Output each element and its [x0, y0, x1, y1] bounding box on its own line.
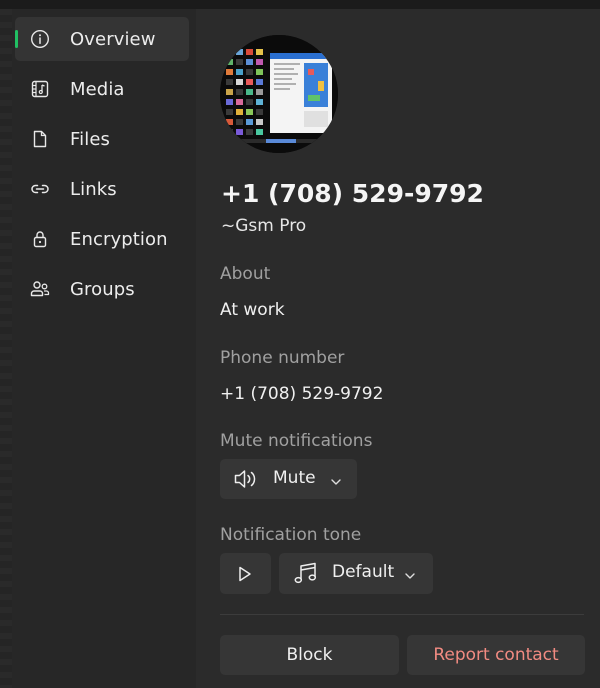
sidebar-item-label: Overview	[70, 28, 156, 50]
play-tone-button[interactable]	[220, 553, 271, 594]
contact-pushname: ~Gsm Pro	[221, 216, 307, 236]
sidebar: Overview Media Files Links Encryption Gr…	[0, 9, 196, 688]
about-value: At work	[220, 300, 285, 320]
sidebar-item-label: Links	[70, 178, 117, 200]
sidebar-item-links[interactable]: Links	[15, 167, 189, 211]
contact-name: +1 (708) 529-9792	[221, 179, 484, 208]
contact-details-panel: +1 (708) 529-9792 ~Gsm Pro About At work…	[196, 9, 600, 688]
speaker-icon	[233, 468, 261, 490]
sidebar-item-label: Media	[70, 78, 125, 100]
tone-select-button[interactable]: Default	[279, 553, 433, 594]
phone-value: +1 (708) 529-9792	[220, 384, 384, 404]
avatar[interactable]	[220, 35, 338, 153]
active-indicator	[15, 30, 18, 48]
title-bar-strip	[0, 0, 600, 9]
mute-button-label: Mute	[273, 468, 316, 488]
sidebar-item-label: Encryption	[70, 228, 168, 250]
contact-info-window: Overview Media Files Links Encryption Gr…	[0, 0, 600, 688]
sidebar-item-media[interactable]: Media	[15, 67, 189, 111]
about-label: About	[220, 264, 271, 284]
lock-icon	[29, 228, 51, 250]
sidebar-edge	[0, 9, 12, 688]
phone-label: Phone number	[220, 348, 345, 368]
music-note-icon	[293, 562, 319, 586]
sidebar-item-overview[interactable]: Overview	[15, 17, 189, 61]
chevron-down-icon	[404, 567, 416, 579]
sidebar-item-files[interactable]: Files	[15, 117, 189, 161]
sidebar-item-groups[interactable]: Groups	[15, 267, 189, 311]
chevron-down-icon	[330, 473, 342, 485]
link-icon	[29, 178, 51, 200]
people-icon	[29, 278, 51, 300]
report-contact-button[interactable]: Report contact	[407, 635, 585, 675]
info-icon	[29, 28, 51, 50]
tone-select-label: Default	[332, 562, 395, 582]
mute-button[interactable]: Mute	[220, 459, 357, 499]
play-icon	[238, 566, 252, 582]
divider	[220, 614, 584, 615]
block-button[interactable]: Block	[220, 635, 399, 675]
file-icon	[29, 128, 51, 150]
sidebar-item-label: Files	[70, 128, 110, 150]
notification-tone-label: Notification tone	[220, 525, 362, 545]
mute-notifications-label: Mute notifications	[220, 431, 373, 451]
sidebar-item-label: Groups	[70, 278, 135, 300]
media-icon	[29, 78, 51, 100]
sidebar-item-encryption[interactable]: Encryption	[15, 217, 189, 261]
